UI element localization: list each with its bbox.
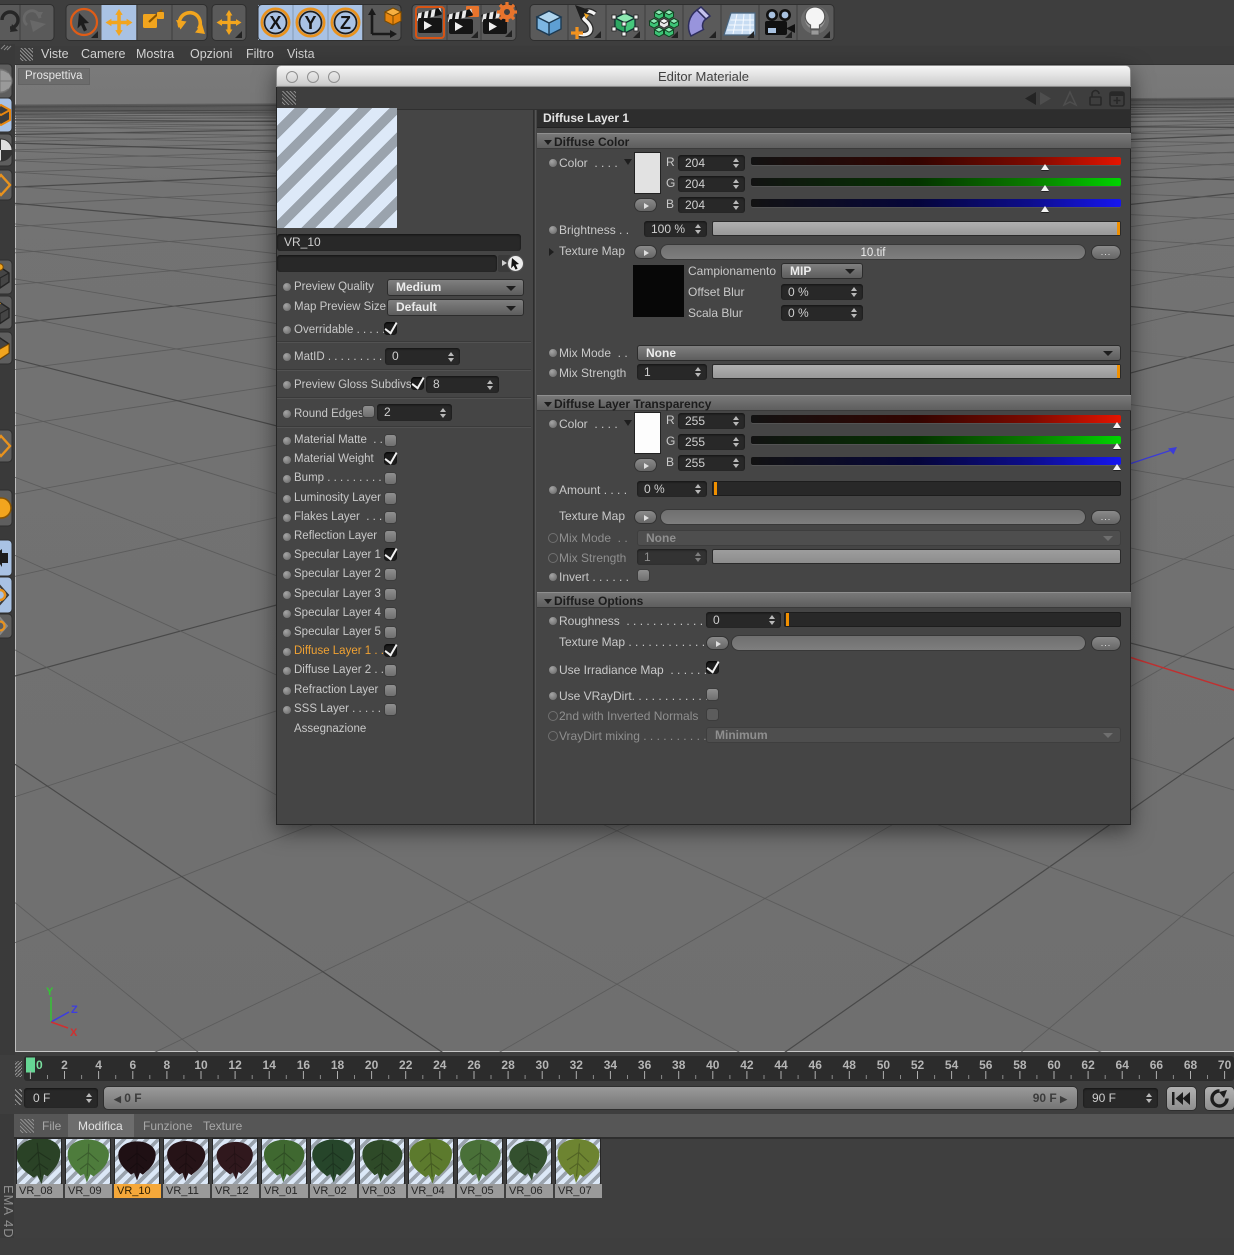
svg-text:Z: Z bbox=[340, 13, 351, 33]
svg-text:Z: Z bbox=[71, 1004, 78, 1016]
svg-text:62: 62 bbox=[1081, 1058, 1095, 1072]
svg-text:52: 52 bbox=[911, 1058, 925, 1072]
svg-text:64: 64 bbox=[1116, 1058, 1130, 1072]
svg-text:Y: Y bbox=[304, 13, 316, 33]
svg-text:42: 42 bbox=[740, 1058, 754, 1072]
svg-text:60: 60 bbox=[1047, 1058, 1061, 1072]
svg-text:8: 8 bbox=[164, 1058, 171, 1072]
svg-text:70: 70 bbox=[1218, 1058, 1232, 1072]
svg-text:34: 34 bbox=[604, 1058, 618, 1072]
svg-text:10: 10 bbox=[194, 1058, 208, 1072]
svg-text:16: 16 bbox=[297, 1058, 311, 1072]
svg-text:Y: Y bbox=[46, 986, 54, 998]
svg-text:40: 40 bbox=[706, 1058, 720, 1072]
svg-text:30: 30 bbox=[536, 1058, 550, 1072]
svg-text:X: X bbox=[269, 13, 281, 33]
svg-text:4: 4 bbox=[95, 1058, 102, 1072]
svg-text:38: 38 bbox=[672, 1058, 686, 1072]
svg-text:54: 54 bbox=[945, 1058, 959, 1072]
svg-text:58: 58 bbox=[1013, 1058, 1027, 1072]
svg-text:22: 22 bbox=[399, 1058, 413, 1072]
svg-text:48: 48 bbox=[843, 1058, 857, 1072]
svg-text:26: 26 bbox=[467, 1058, 481, 1072]
svg-text:56: 56 bbox=[979, 1058, 993, 1072]
svg-text:14: 14 bbox=[263, 1058, 277, 1072]
svg-text:28: 28 bbox=[501, 1058, 515, 1072]
svg-text:66: 66 bbox=[1150, 1058, 1164, 1072]
svg-text:18: 18 bbox=[331, 1058, 345, 1072]
svg-text:24: 24 bbox=[433, 1058, 447, 1072]
svg-text:44: 44 bbox=[774, 1058, 788, 1072]
svg-text:6: 6 bbox=[129, 1058, 136, 1072]
svg-text:50: 50 bbox=[877, 1058, 891, 1072]
svg-text:20: 20 bbox=[365, 1058, 379, 1072]
svg-text:2: 2 bbox=[61, 1058, 68, 1072]
svg-text:68: 68 bbox=[1184, 1058, 1198, 1072]
svg-text:32: 32 bbox=[570, 1058, 584, 1072]
svg-text:46: 46 bbox=[809, 1058, 823, 1072]
svg-text:36: 36 bbox=[638, 1058, 652, 1072]
svg-text:12: 12 bbox=[228, 1058, 242, 1072]
svg-text:0: 0 bbox=[36, 1058, 43, 1072]
svg-text:X: X bbox=[70, 1027, 78, 1039]
